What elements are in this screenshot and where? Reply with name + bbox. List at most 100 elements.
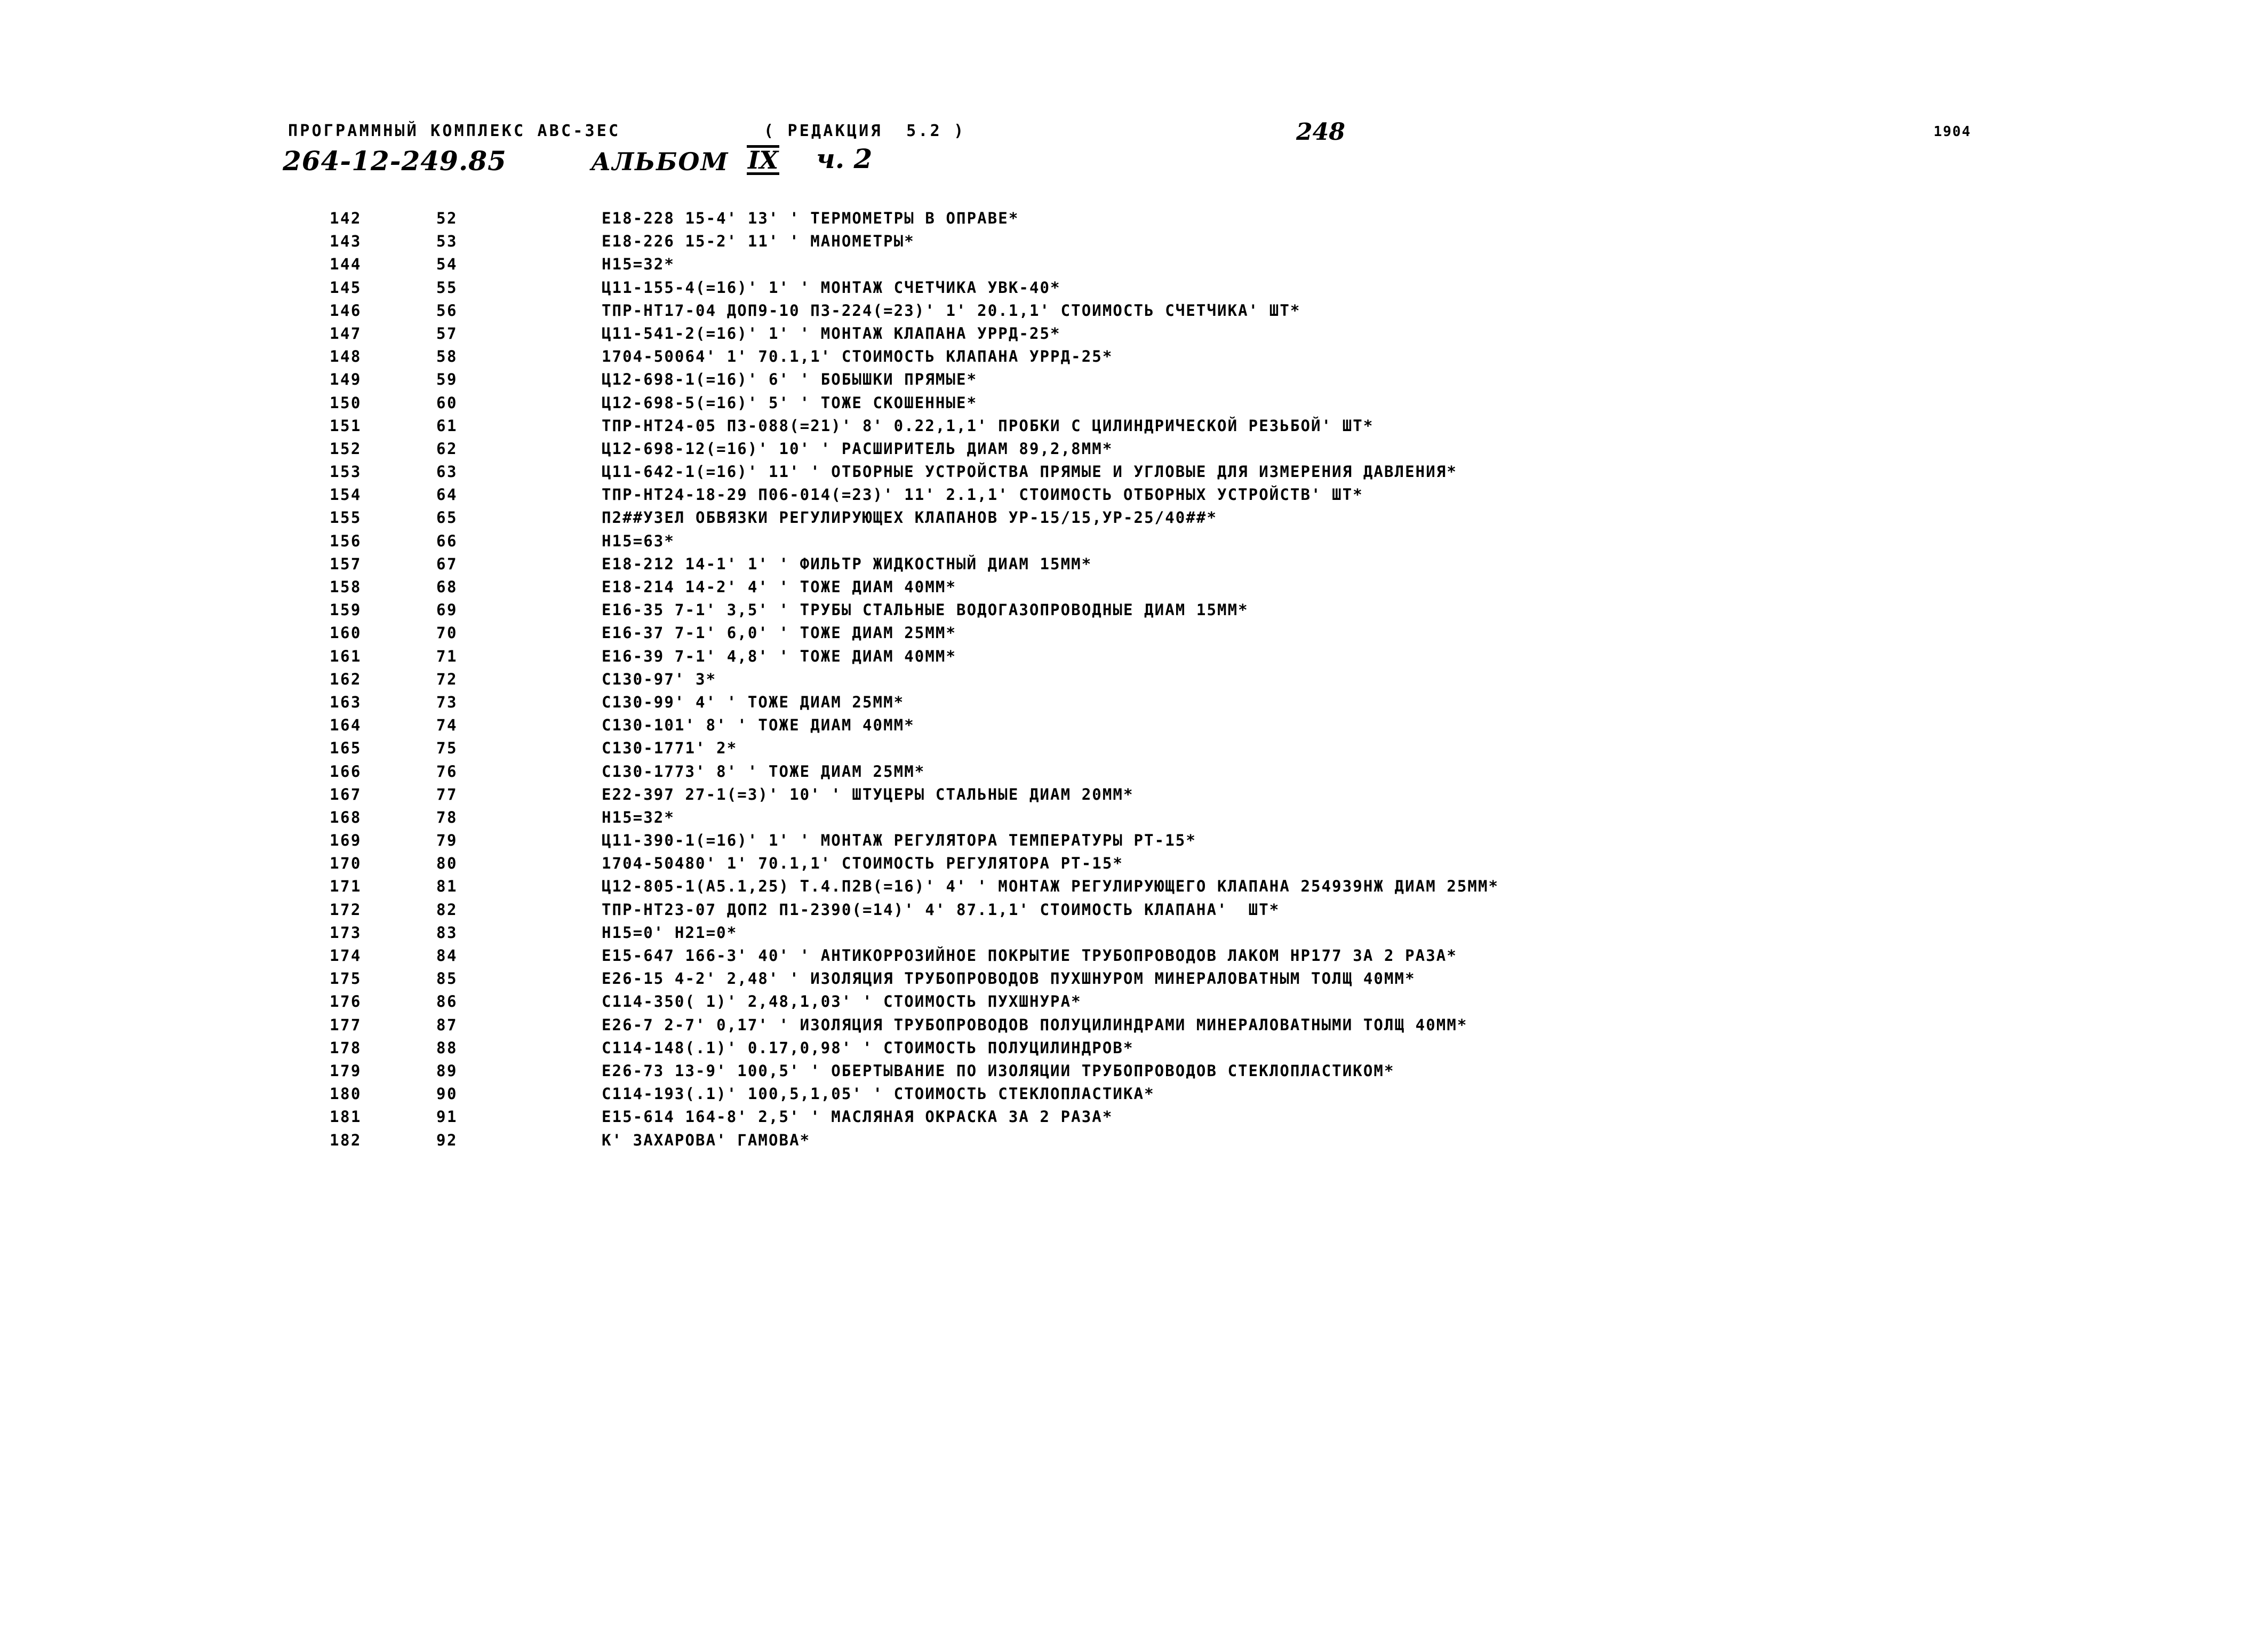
listing-row: 145 55 Ц11-155-4(=16)' 1' ' МОНТАЖ СЧЕТЧИК… [0, 279, 2268, 301]
corner-number: 1904 [1934, 124, 1971, 140]
row-item-number: 65 [436, 508, 458, 527]
listing-row: 142 52 Е18-228 15-4' 13' ' ТЕРМОМЕТРЫ В ОП… [0, 209, 2268, 232]
row-sequence-number: 179 [330, 1061, 362, 1080]
listing-row: 175 85 Е26-15 4-2' 2,48' ' ИЗОЛЯЦИЯ ТРУБОП… [0, 969, 2268, 992]
listing-row: 153 63 Ц11-642-1(=16)' 11' ' ОТБОРНЫЕ УСТР… [0, 463, 2268, 486]
row-sequence-number: 178 [330, 1038, 362, 1057]
listing-row: 157 67 Е18-212 14-1' 1' ' ФИЛЬТР ЖИДКОСТНЫ… [0, 555, 2268, 578]
row-item-number: 89 [436, 1061, 458, 1080]
row-item-number: 60 [436, 393, 458, 412]
row-source-text: Е18-228 15-4' 13' ' ТЕРМОМЕТРЫ В ОПРАВЕ* [602, 209, 1019, 227]
row-item-number: 61 [436, 416, 458, 435]
row-sequence-number: 182 [330, 1131, 362, 1149]
listing-row: 171 81 Ц12-805-1(А5.1,25) Т.4.П2В(=16)' 4'… [0, 877, 2268, 900]
listing-row: 182 92 К' ЗАХАРОВА' ГАМОВА* [0, 1131, 2268, 1154]
listing-row: 181 91 Е15-614 164-8' 2,5' ' МАСЛЯНАЯ ОКРА… [0, 1108, 2268, 1131]
row-item-number: 64 [436, 486, 458, 504]
row-sequence-number: 166 [330, 762, 362, 781]
row-sequence-number: 150 [330, 393, 362, 412]
listing-row: 173 83 Н15=0' Н21=0* [0, 924, 2268, 946]
row-source-text: ТПР-НТ23-07 ДОП2 П1-2390(=14)' 4' 87.1,1… [602, 900, 1280, 919]
listing-row: 176 86 С114-350( 1)' 2,48,1,03' ' СТОИМОСТ… [0, 992, 2268, 1015]
row-sequence-number: 177 [330, 1015, 362, 1034]
row-sequence-number: 142 [330, 209, 362, 227]
listing-row: 149 59 Ц12-698-1(=16)' 6' ' БОБЫШКИ ПРЯМЫЕ… [0, 370, 2268, 393]
album-label: АЛЬБОМ [591, 147, 729, 176]
row-sequence-number: 157 [330, 554, 362, 573]
row-item-number: 72 [436, 670, 458, 688]
row-source-text: Н15=32* [602, 808, 675, 826]
document-code: 264-12-249.85 [283, 145, 507, 177]
row-source-text: Е15-647 166-3' 40' ' АНТИКОРРОЗИЙНОЕ ПОК… [602, 946, 1457, 965]
row-item-number: 81 [436, 877, 458, 896]
row-item-number: 79 [436, 831, 458, 850]
row-sequence-number: 161 [330, 647, 362, 665]
row-item-number: 53 [436, 232, 458, 251]
listing-row: 166 76 С130-1773' 8' ' ТОЖЕ ДИАМ 25ММ* [0, 762, 2268, 785]
listing-row: 151 61 ТПР-НТ24-05 П3-088(=21)' 8' 0.22,1,… [0, 417, 2268, 440]
row-source-text: С130-97' 3* [602, 670, 717, 688]
page-number: 248 [1296, 118, 1345, 146]
row-source-text: 1704-50480' 1' 70.1,1' СТОИМОСТЬ РЕГУЛЯТ… [602, 854, 1123, 873]
row-source-text: ТПР-НТ24-05 П3-088(=21)' 8' 0.22,1,1' ПР… [602, 416, 1374, 435]
row-item-number: 58 [436, 347, 458, 366]
row-sequence-number: 146 [330, 301, 362, 320]
listing-row: 165 75 С130-1771' 2* [0, 739, 2268, 762]
listing-row: 168 78 Н15=32* [0, 808, 2268, 831]
row-item-number: 59 [436, 370, 458, 389]
listing-row: 154 64 ТПР-НТ24-18-29 П06-014(=23)' 11' 2.… [0, 486, 2268, 508]
row-source-text: С130-99' 4' ' ТОЖЕ ДИАМ 25ММ* [602, 693, 905, 711]
row-sequence-number: 181 [330, 1108, 362, 1126]
program-complex-title: ПРОГРАММНЫЙ КОМПЛЕКС АВС-3ЕС [288, 122, 621, 140]
row-sequence-number: 165 [330, 739, 362, 758]
row-item-number: 74 [436, 716, 458, 735]
row-source-text: Е26-7 2-7' 0,17' ' ИЗОЛЯЦИЯ ТРУБОПРОВОДО… [602, 1015, 1468, 1034]
row-source-text: Ц11-642-1(=16)' 11' ' ОТБОРНЫЕ УСТРОЙСТВ… [602, 463, 1457, 481]
document-page: ПРОГРАММНЫЙ КОМПЛЕКС АВС-3ЕС ( РЕДАКЦИЯ … [0, 0, 2268, 1639]
row-sequence-number: 159 [330, 601, 362, 619]
row-source-text: Ц12-698-5(=16)' 5' ' ТОЖЕ СКОШЕННЫЕ* [602, 393, 978, 412]
listing-row: 144 54 Н15=32* [0, 255, 2268, 278]
row-source-text: Е22-397 27-1(=3)' 10' ' ШТУЦЕРЫ СТАЛЬНЫЕ… [602, 785, 1134, 803]
part-label: ч. 2 [816, 143, 873, 174]
row-sequence-number: 169 [330, 831, 362, 850]
listing-row: 160 70 Е16-37 7-1' 6,0' ' ТОЖЕ ДИАМ 25ММ* [0, 624, 2268, 647]
row-item-number: 55 [436, 278, 458, 297]
listing-row: 174 84 Е15-647 166-3' 40' ' АНТИКОРРОЗИЙНО… [0, 946, 2268, 969]
row-source-text: Н15=32* [602, 255, 675, 274]
row-sequence-number: 170 [330, 854, 362, 873]
listing-row: 177 87 Е26-7 2-7' 0,17' ' ИЗОЛЯЦИЯ ТРУБОПР… [0, 1016, 2268, 1039]
listing-row: 152 62 Ц12-698-12(=16)' 10' ' РАСШИРИТЕЛЬ … [0, 440, 2268, 463]
row-item-number: 78 [436, 808, 458, 826]
row-item-number: 66 [436, 531, 458, 550]
row-item-number: 75 [436, 739, 458, 758]
listing-row: 146 56 ТПР-НТ17-04 ДОП9-10 П3-224(=23)' 1'… [0, 301, 2268, 324]
row-source-text: С114-350( 1)' 2,48,1,03' ' СТОИМОСТЬ ПУХ… [602, 992, 1082, 1011]
row-source-text: ТПР-НТ24-18-29 П06-014(=23)' 11' 2.1,1' … [602, 486, 1363, 504]
row-sequence-number: 174 [330, 946, 362, 965]
row-source-text: Н15=0' Н21=0* [602, 923, 738, 942]
listing-row: 161 71 Е16-39 7-1' 4,8' ' ТОЖЕ ДИАМ 40ММ* [0, 647, 2268, 670]
row-sequence-number: 158 [330, 578, 362, 596]
row-item-number: 90 [436, 1085, 458, 1103]
listing-row: 159 69 Е16-35 7-1' 3,5' ' ТРУБЫ СТАЛЬНЫЕ В… [0, 601, 2268, 624]
row-source-text: Ц12-698-1(=16)' 6' ' БОБЫШКИ ПРЯМЫЕ* [602, 370, 978, 389]
listing-row: 163 73 С130-99' 4' ' ТОЖЕ ДИАМ 25ММ* [0, 693, 2268, 716]
row-source-text: Е16-39 7-1' 4,8' ' ТОЖЕ ДИАМ 40ММ* [602, 647, 957, 665]
row-sequence-number: 172 [330, 900, 362, 919]
row-item-number: 68 [436, 578, 458, 596]
row-source-text: Н15=63* [602, 531, 675, 550]
row-item-number: 57 [436, 324, 458, 343]
row-item-number: 91 [436, 1108, 458, 1126]
row-sequence-number: 173 [330, 923, 362, 942]
row-source-text: Ц12-805-1(А5.1,25) Т.4.П2В(=16)' 4' ' МО… [602, 877, 1499, 896]
row-source-text: Е18-214 14-2' 4' ' ТОЖЕ ДИАМ 40ММ* [602, 578, 957, 596]
listing-row: 155 65 П2##УЗЕЛ ОБВЯЗКИ РЕГУЛИРУЮЩЕХ КЛАПА… [0, 508, 2268, 531]
listing-row: 164 74 С130-101' 8' ' ТОЖЕ ДИАМ 40ММ* [0, 716, 2268, 739]
row-source-text: Ц11-155-4(=16)' 1' ' МОНТАЖ СЧЕТЧИКА УВК… [602, 278, 1061, 297]
row-item-number: 82 [436, 900, 458, 919]
album-roman-numeral: IX [747, 145, 780, 175]
revision-label: ( РЕДАКЦИЯ 5.2 ) [764, 122, 966, 140]
row-sequence-number: 156 [330, 531, 362, 550]
row-source-text: Ц11-390-1(=16)' 1' ' МОНТАЖ РЕГУЛЯТОРА Т… [602, 831, 1196, 850]
